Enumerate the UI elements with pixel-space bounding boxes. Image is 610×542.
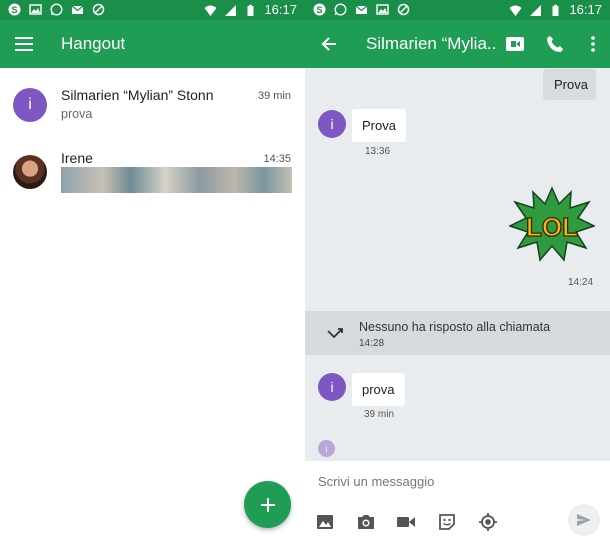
svg-text:S: S — [316, 5, 322, 15]
sticker-icon[interactable] — [436, 511, 458, 533]
gallery-icon — [29, 4, 42, 15]
conversation-snippet: prova — [61, 107, 93, 121]
phone-call-icon[interactable] — [543, 32, 567, 56]
sticker-text: LOL — [526, 212, 578, 242]
skype-icon: S — [313, 3, 326, 16]
avatar — [13, 155, 47, 189]
chat-title[interactable]: Silmarien “Mylia... — [366, 34, 498, 54]
back-arrow-icon[interactable] — [317, 32, 341, 56]
battery-icon — [247, 4, 254, 16]
conversation-time: 39 min — [257, 90, 291, 102]
read-receipt-avatar: i — [318, 440, 335, 457]
wifi-icon — [509, 5, 522, 16]
status-time: 16:17 — [264, 2, 297, 17]
missed-call-time: 14:28 — [359, 338, 385, 349]
send-icon — [577, 514, 591, 526]
menu-icon[interactable] — [12, 32, 36, 56]
whatsapp-icon — [50, 3, 63, 16]
gmail-icon — [355, 5, 368, 14]
avatar: i — [13, 88, 47, 122]
status-bar: S 16:17 — [0, 0, 305, 20]
status-time: 16:17 — [569, 2, 602, 17]
new-conversation-button[interactable] — [244, 481, 291, 528]
message-time: 39 min — [364, 409, 395, 420]
chat-app-bar: Silmarien “Mylia... — [305, 20, 610, 68]
gmail-icon — [71, 5, 84, 14]
conversation-list-screen: S 16:17 Hangout i Silmarien “Mylian” Sto… — [0, 0, 305, 542]
message-composer — [305, 461, 610, 542]
signal-icon — [530, 4, 542, 16]
message-input[interactable] — [318, 471, 578, 491]
conversation-item[interactable]: Irene 14:35 — [0, 150, 305, 210]
chat-screen: S 16:17 Silmarien “Mylia... Prova i Prov… — [305, 0, 610, 542]
message-time: 14:24 — [568, 277, 594, 288]
missed-call-text: Nessuno ha risposto alla chiamata — [359, 320, 551, 334]
send-button[interactable] — [568, 504, 600, 536]
app-title: Hangout — [61, 34, 126, 53]
whatsapp-icon — [334, 3, 347, 16]
conversation-name: Silmarien “Mylian” Stonn — [61, 87, 214, 103]
message-time: 13:36 — [365, 146, 391, 157]
avatar: i — [318, 110, 346, 138]
incoming-message[interactable]: Prova — [352, 109, 406, 142]
conversation-item[interactable]: i Silmarien “Mylian” Stonn 39 min prova — [0, 87, 305, 147]
more-options-icon[interactable] — [581, 32, 605, 56]
camera-icon[interactable] — [355, 511, 377, 533]
blocked-icon — [92, 3, 105, 16]
video-icon[interactable] — [395, 511, 417, 533]
outgoing-message[interactable]: Prova — [543, 69, 596, 100]
blocked-icon — [397, 3, 410, 16]
incoming-message[interactable]: prova — [352, 373, 405, 406]
skype-icon: S — [8, 3, 21, 16]
location-icon[interactable] — [477, 511, 499, 533]
conversation-name: Irene — [61, 150, 93, 166]
app-bar: Hangout — [0, 20, 305, 68]
status-bar: S 16:17 — [305, 0, 610, 20]
missed-call-notice: Nessuno ha risposto alla chiamata 14:28 — [305, 311, 610, 355]
gallery-icon — [376, 4, 389, 15]
gallery-icon[interactable] — [314, 511, 336, 533]
signal-icon — [225, 4, 237, 16]
image-preview — [61, 167, 292, 193]
wifi-icon — [204, 5, 217, 16]
plus-icon — [260, 497, 275, 512]
avatar: i — [318, 373, 346, 401]
svg-text:S: S — [11, 5, 17, 15]
battery-icon — [552, 4, 559, 16]
missed-call-icon — [327, 328, 343, 339]
conversation-time: 14:35 — [263, 153, 291, 165]
lol-sticker[interactable]: LOL — [509, 186, 595, 262]
video-call-icon[interactable] — [503, 32, 527, 56]
